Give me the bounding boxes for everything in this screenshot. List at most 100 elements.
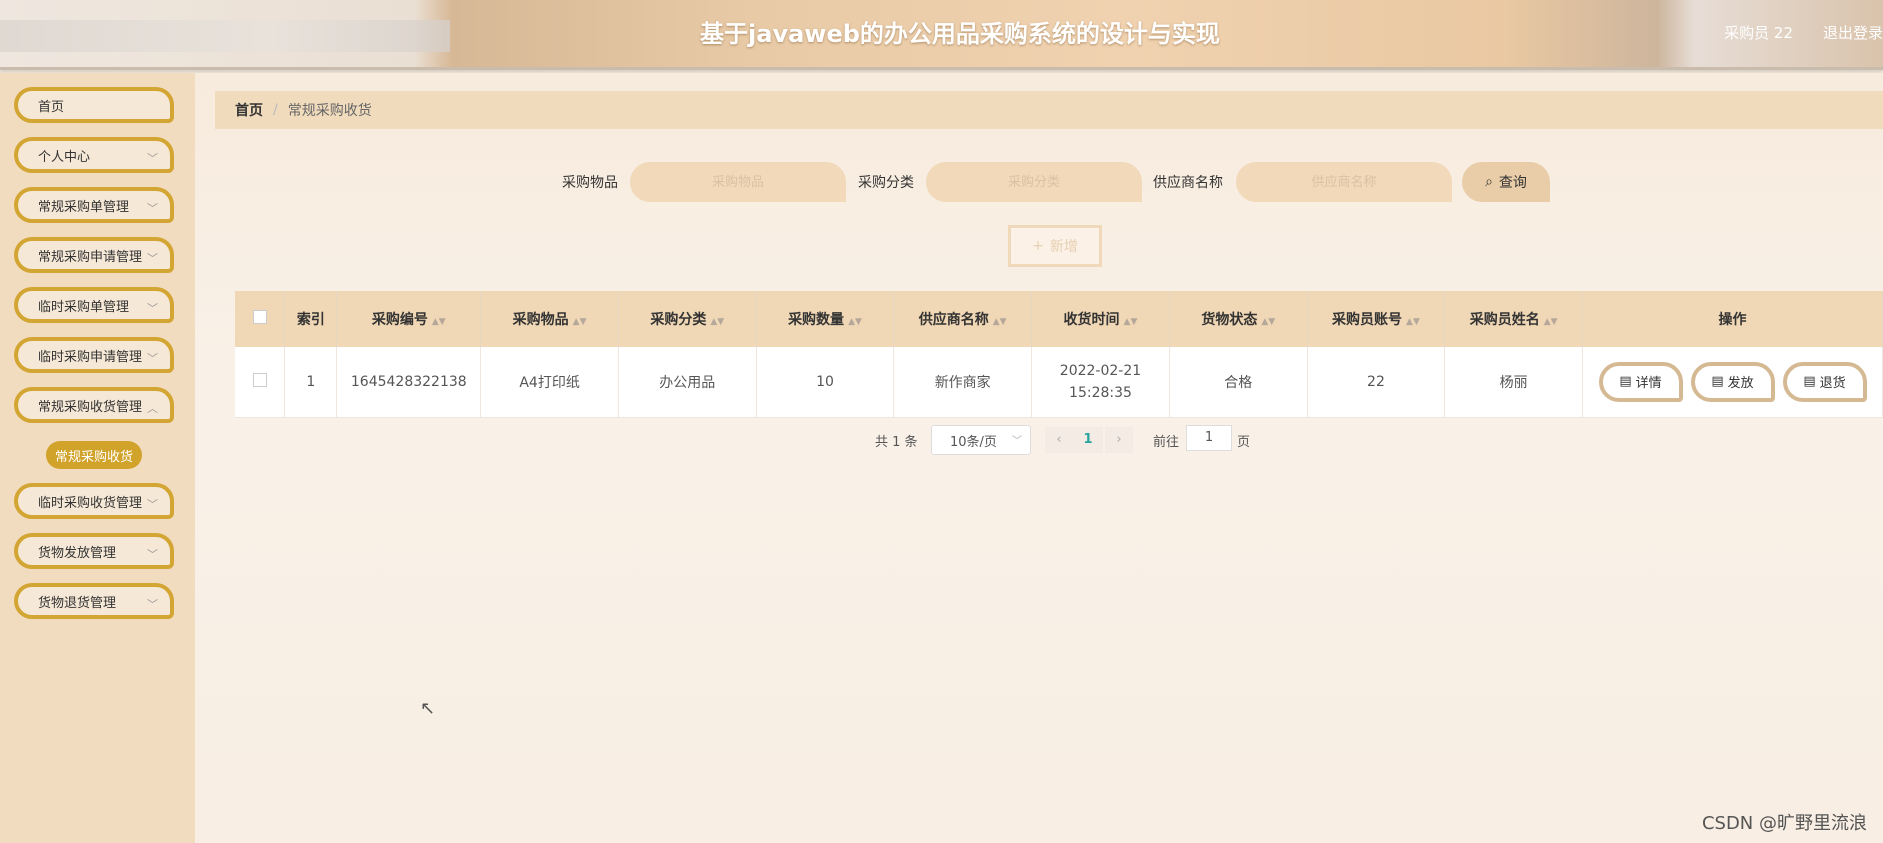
sidebar-item-regular-receiving[interactable]: 常规采购收货管理 ︿ [14, 387, 174, 423]
sort-icon[interactable]: ▲▼ [432, 317, 446, 327]
current-user: 采购员 22 [1724, 24, 1793, 42]
checkbox[interactable] [252, 310, 267, 324]
sidebar-item-home[interactable]: 首页 [14, 87, 174, 123]
sort-icon[interactable]: ▲▼ [1406, 317, 1420, 327]
data-table: 索引 采购编号 ▲▼ 采购物品 ▲▼ 采购分类 ▲▼ 采购数量 ▲▼ 供应商名称 ▲▼ 收… [235, 291, 1883, 418]
add-button[interactable]: + 新增 [1008, 225, 1102, 267]
search-bar: 采购物品 采购分类 供应商名称 ⌕ 查询 [195, 162, 1883, 202]
cell-name: 杨丽 [1444, 347, 1584, 418]
sidebar-item-label: 临时采购收货管理 [38, 495, 143, 511]
item-input[interactable] [630, 162, 846, 202]
sidebar-item-profile[interactable]: 个人中心 ﹀ [14, 137, 174, 173]
breadcrumb-separator: / [273, 102, 278, 118]
header-item[interactable]: 采购物品 ▲▼ [480, 291, 619, 347]
table-row: 1 1645428322138 A4打印纸 办公用品 10 新作商家 2022-… [235, 347, 1883, 418]
sort-icon[interactable]: ▲▼ [1124, 317, 1138, 327]
supplier-input[interactable] [1236, 162, 1452, 202]
chevron-up-icon: ︿ [147, 402, 158, 415]
sidebar-item-label: 个人中心 [38, 149, 91, 165]
supplier-label: 供应商名称 [1153, 175, 1223, 191]
sort-icon[interactable]: ▲▼ [848, 317, 862, 327]
sidebar-item-label: 常规采购收货管理 [38, 399, 143, 415]
cell-quantity: 10 [756, 347, 895, 418]
cell-category: 办公用品 [618, 347, 757, 418]
sidebar-item-temp-orders[interactable]: 临时采购单管理 ﹀ [14, 287, 174, 323]
chevron-down-icon: ﹀ [147, 498, 158, 511]
current-page[interactable]: 1 [1073, 427, 1103, 453]
pagination: 共 1 条 10条/页 ﹀ ‹ 1 › 前往 1 页 [195, 425, 1883, 455]
breadcrumb-home[interactable]: 首页 [235, 100, 263, 120]
category-input[interactable] [926, 162, 1142, 202]
goto-label: 前往 [1153, 435, 1180, 450]
sidebar-item-label: 常规采购单管理 [38, 199, 130, 215]
page-size-value: 10条/页 [950, 434, 997, 450]
detail-button[interactable]: ▤ 详情 [1598, 361, 1683, 402]
sidebar-item-label: 常规采购申请管理 [38, 249, 143, 265]
header-select-all[interactable] [235, 291, 286, 347]
query-button-label: 查询 [1498, 175, 1527, 191]
cell-actions: ▤ 详情 ▤ 发放 ▤ 退货 [1582, 347, 1883, 418]
header-account[interactable]: 采购员账号 ▲▼ [1307, 291, 1446, 347]
header-category[interactable]: 采购分类 ▲▼ [618, 291, 757, 347]
return-button[interactable]: ▤ 退货 [1782, 361, 1867, 402]
breadcrumb: 首页 / 常规采购收货 [215, 91, 1883, 129]
chevron-down-icon: ﹀ [147, 252, 158, 265]
chevron-down-icon: ﹀ [147, 202, 158, 215]
header-quantity[interactable]: 采购数量 ▲▼ [756, 291, 895, 347]
header-supplier[interactable]: 供应商名称 ▲▼ [893, 291, 1033, 347]
header-time[interactable]: 收货时间 ▲▼ [1031, 291, 1170, 347]
sidebar-item-temp-requests[interactable]: 临时采购申请管理 ﹀ [14, 337, 174, 373]
sidebar-item-temp-receiving[interactable]: 临时采购收货管理 ﹀ [14, 483, 174, 519]
header-status[interactable]: 货物状态 ▲▼ [1169, 291, 1308, 347]
prev-page-button[interactable]: ‹ [1045, 427, 1073, 453]
document-icon: ▤ [1711, 374, 1724, 390]
checkbox[interactable] [252, 372, 267, 387]
sort-icon[interactable]: ▲▼ [710, 317, 724, 327]
sort-icon[interactable]: ▲▼ [1261, 317, 1275, 327]
sidebar-subitem-regular-receiving[interactable]: 常规采购收货 [46, 441, 142, 469]
sidebar-item-regular-orders[interactable]: 常规采购单管理 ﹀ [14, 187, 174, 223]
cell-number: 1645428322138 [336, 347, 482, 418]
row-select[interactable] [235, 347, 286, 418]
mouse-cursor-icon: ↖ [420, 698, 436, 719]
chevron-down-icon: ﹀ [147, 352, 158, 365]
sidebar-item-returns[interactable]: 货物退货管理 ﹀ [14, 583, 174, 619]
plus-icon: + [1032, 238, 1044, 254]
cell-supplier: 新作商家 [893, 347, 1033, 418]
header-index: 索引 [284, 291, 338, 347]
header-actions: 操作 [1582, 291, 1883, 347]
app-title: 基于javaweb的办公用品采购系统的设计与实现 [700, 20, 1220, 48]
sidebar-item-label: 货物发放管理 [38, 545, 117, 561]
next-page-button[interactable]: › [1105, 427, 1133, 453]
category-label: 采购分类 [858, 175, 914, 191]
sort-icon[interactable]: ▲▼ [573, 317, 587, 327]
header-number[interactable]: 采购编号 ▲▼ [336, 291, 482, 347]
distribute-button[interactable]: ▤ 发放 [1690, 361, 1775, 402]
sidebar-item-label: 临时采购申请管理 [38, 349, 143, 365]
table-header-row: 索引 采购编号 ▲▼ 采购物品 ▲▼ 采购分类 ▲▼ 采购数量 ▲▼ 供应商名称 ▲▼ 收… [235, 291, 1883, 347]
chevron-down-icon: ﹀ [147, 598, 158, 611]
header-name[interactable]: 采购员姓名 ▲▼ [1444, 291, 1584, 347]
sidebar-item-regular-requests[interactable]: 常规采购申请管理 ﹀ [14, 237, 174, 273]
query-button[interactable]: ⌕ 查询 [1462, 162, 1550, 202]
goto-input[interactable]: 1 [1186, 425, 1232, 451]
cell-index: 1 [284, 347, 338, 418]
watermark: CSDN @旷野里流浪 [1701, 813, 1867, 834]
document-icon: ▤ [1619, 374, 1632, 390]
document-icon: ▤ [1803, 374, 1816, 390]
sort-icon[interactable]: ▲▼ [1544, 317, 1558, 327]
cell-account: 22 [1307, 347, 1446, 418]
page-suffix: 页 [1237, 435, 1251, 450]
logout-link[interactable]: 退出登录 [1823, 22, 1883, 43]
breadcrumb-current: 常规采购收货 [287, 103, 372, 119]
cell-time: 2022-02-21 15:28:35 [1031, 347, 1170, 418]
sidebar-item-label: 临时采购单管理 [38, 299, 130, 315]
sidebar-item-label: 首页 [38, 99, 65, 115]
top-header: 基于javaweb的办公用品采购系统的设计与实现 采购员 22 退出登录 [0, 0, 1883, 70]
item-label: 采购物品 [562, 175, 618, 191]
page-size-select[interactable]: 10条/页 ﹀ [931, 425, 1031, 455]
sort-icon[interactable]: ▲▼ [993, 317, 1007, 327]
chevron-down-icon: ﹀ [147, 548, 158, 561]
sidebar-item-label: 货物退货管理 [38, 595, 117, 611]
sidebar-item-distribution[interactable]: 货物发放管理 ﹀ [14, 533, 174, 569]
